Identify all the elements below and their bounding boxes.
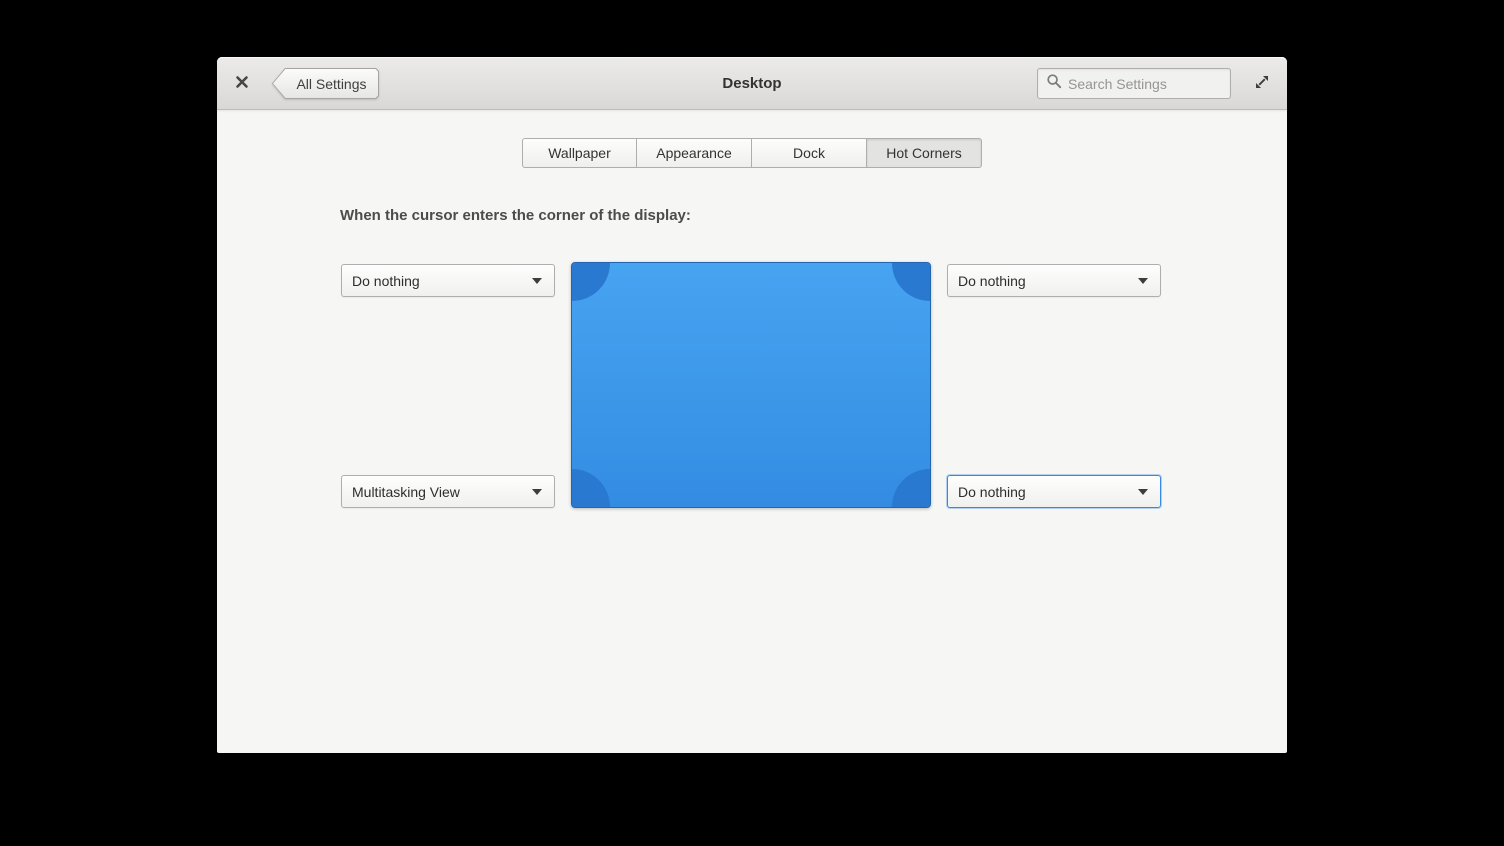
- chevron-down-icon: [1138, 278, 1148, 284]
- search-field[interactable]: [1037, 68, 1231, 99]
- tab-dock[interactable]: Dock: [752, 138, 867, 168]
- dropdown-value: Do nothing: [958, 484, 1026, 500]
- back-button-all-settings[interactable]: All Settings: [272, 68, 379, 99]
- hot-corners-heading: When the cursor enters the corner of the…: [340, 207, 691, 224]
- hot-corner-indicator-top-left: [572, 263, 610, 301]
- maximize-button[interactable]: [1250, 72, 1274, 96]
- settings-window: All Settings Desktop: [217, 57, 1287, 753]
- chevron-down-icon: [1138, 489, 1148, 495]
- search-icon: [1038, 73, 1068, 94]
- hot-corner-indicator-bottom-left: [572, 469, 610, 507]
- titlebar: All Settings Desktop: [217, 57, 1287, 110]
- expand-icon: [1252, 72, 1272, 97]
- dropdown-bottom-right-corner[interactable]: Do nothing: [947, 475, 1161, 508]
- dropdown-value: Do nothing: [352, 273, 420, 289]
- chevron-down-icon: [532, 278, 542, 284]
- chevron-down-icon: [532, 489, 542, 495]
- tab-wallpaper[interactable]: Wallpaper: [522, 138, 637, 168]
- tab-hot-corners[interactable]: Hot Corners: [867, 138, 982, 168]
- tab-label: Hot Corners: [886, 145, 961, 161]
- dropdown-bottom-left-corner[interactable]: Multitasking View: [341, 475, 555, 508]
- back-button-label: All Settings: [296, 76, 366, 92]
- display-preview: [571, 262, 931, 508]
- close-button[interactable]: [231, 73, 253, 95]
- dropdown-top-left-corner[interactable]: Do nothing: [341, 264, 555, 297]
- tab-appearance[interactable]: Appearance: [637, 138, 752, 168]
- tab-label: Dock: [793, 145, 825, 161]
- search-input[interactable]: [1068, 76, 1230, 92]
- page-title: Desktop: [722, 68, 781, 99]
- tab-label: Wallpaper: [548, 145, 611, 161]
- hot-corner-indicator-bottom-right: [892, 469, 930, 507]
- dropdown-value: Multitasking View: [352, 484, 460, 500]
- dropdown-value: Do nothing: [958, 273, 1026, 289]
- mode-switcher: Wallpaper Appearance Dock Hot Corners: [217, 138, 1287, 168]
- tab-label: Appearance: [656, 145, 732, 161]
- hot-corner-indicator-top-right: [892, 263, 930, 301]
- close-icon: [235, 75, 249, 94]
- dropdown-top-right-corner[interactable]: Do nothing: [947, 264, 1161, 297]
